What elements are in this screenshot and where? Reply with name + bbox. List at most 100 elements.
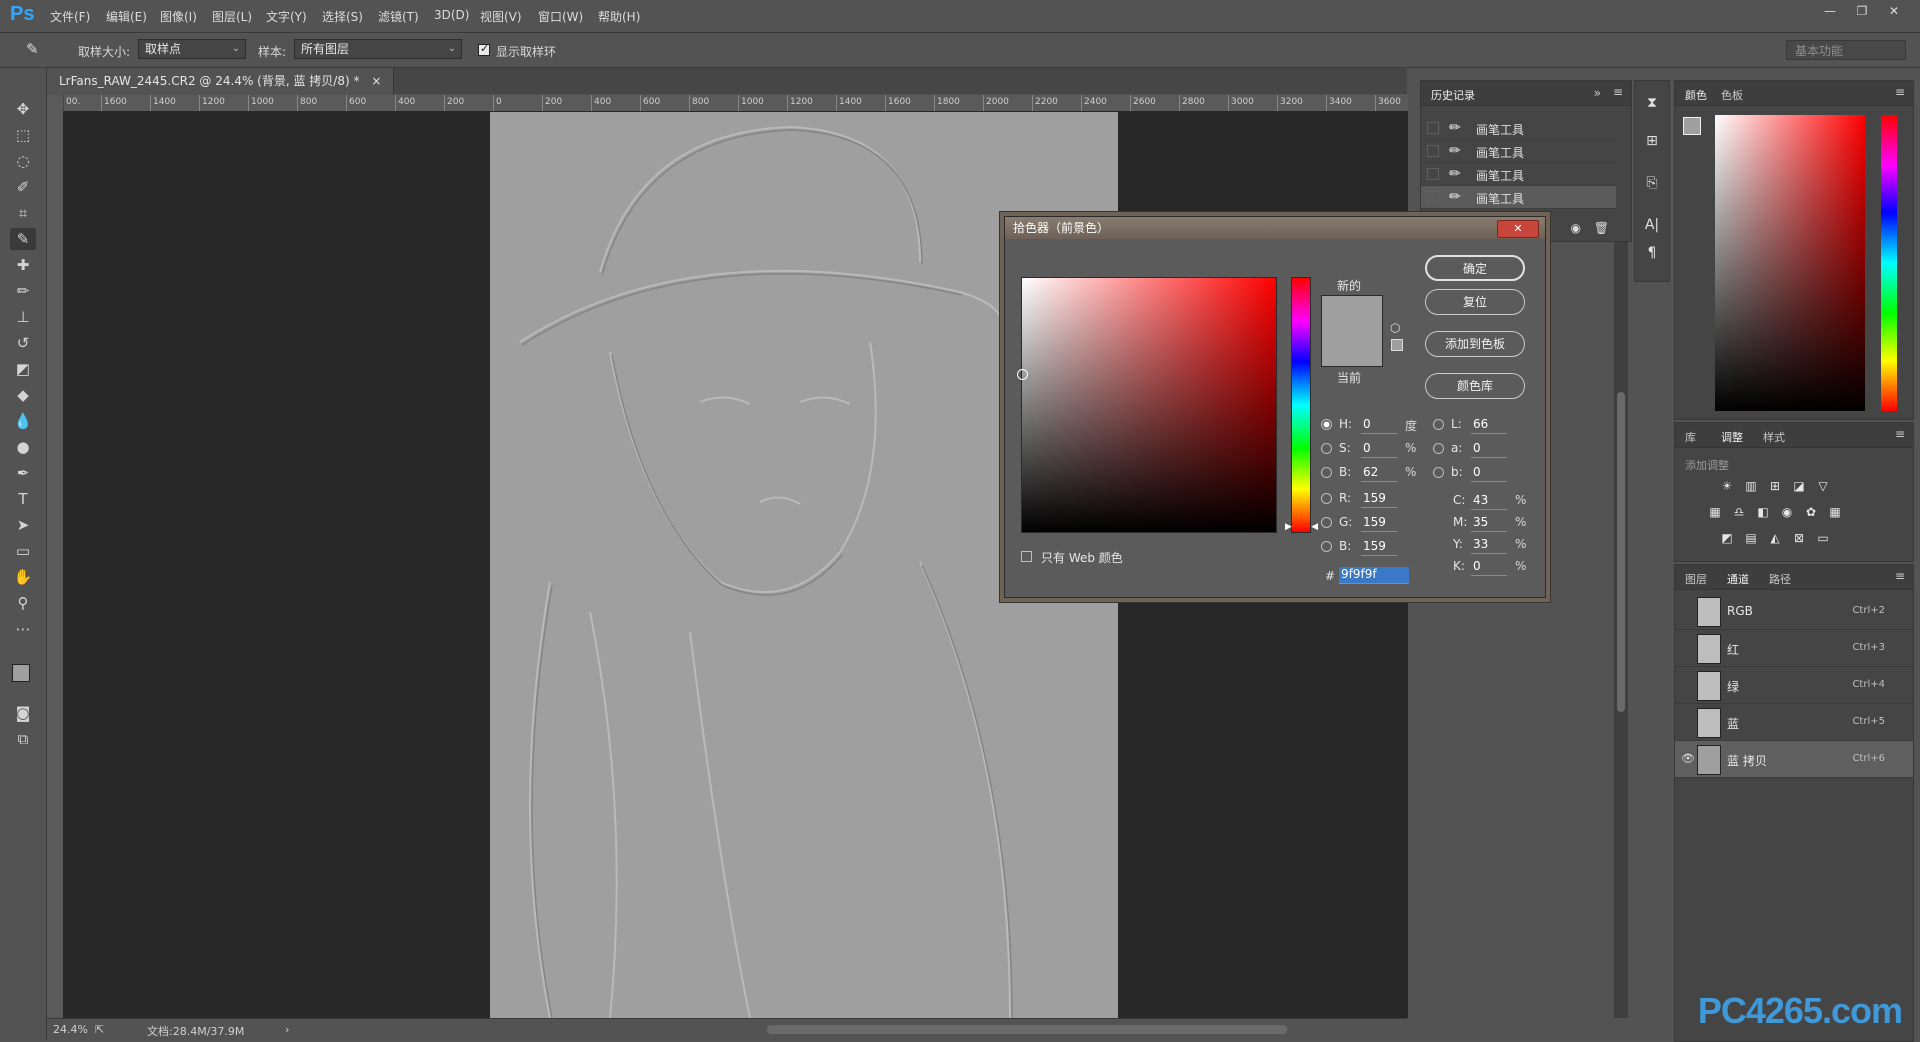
panel-menu-icon[interactable]: ≡ (1613, 85, 1623, 99)
tab-adjustments[interactable]: 调整 (1721, 429, 1743, 445)
color-balance-icon[interactable]: ♎ (1731, 505, 1747, 519)
channel-row-red[interactable]: 红 Ctrl+3 (1675, 630, 1913, 667)
collapse-icon[interactable]: » (1594, 86, 1601, 100)
menu-edit[interactable]: 编辑(E) (106, 8, 147, 25)
r-input[interactable]: 159 (1361, 491, 1397, 508)
history-icon[interactable]: ⧗ (1642, 93, 1662, 113)
minimize-button[interactable]: — (1814, 0, 1846, 22)
g-radio[interactable] (1321, 517, 1332, 528)
tab-libraries[interactable]: 库 (1685, 429, 1696, 445)
color-panel-foreground-swatch[interactable] (1683, 117, 1701, 135)
channel-row-rgb[interactable]: RGB Ctrl+2 (1675, 593, 1913, 630)
ok-button[interactable]: 确定 (1425, 255, 1525, 281)
paint-bucket-tool-icon[interactable]: ◆ (10, 384, 36, 406)
posterize-icon[interactable]: ▤ (1743, 531, 1759, 545)
close-dialog-button[interactable]: ✕ (1497, 220, 1539, 238)
eyedropper-tool-preset-icon[interactable]: ✎ (26, 40, 39, 58)
crop-tool-icon[interactable]: ⌗ (10, 202, 36, 224)
h-radio[interactable] (1321, 419, 1332, 430)
levels-icon[interactable]: ▥ (1743, 479, 1759, 493)
tab-channels[interactable]: 通道 (1727, 571, 1749, 587)
color-picker-title-bar[interactable]: 拾色器（前景色） ✕ (1005, 217, 1545, 239)
history-item[interactable]: ✏ 画笔工具 (1421, 186, 1616, 209)
cube-warning-icon[interactable]: ⬡ (1390, 321, 1400, 335)
history-item[interactable]: ✏ 画笔工具 (1421, 163, 1616, 186)
menu-image[interactable]: 图像(I) (160, 8, 197, 25)
foreground-color-swatch[interactable] (12, 664, 30, 682)
s-input[interactable]: 0 (1361, 441, 1397, 458)
history-snapshot-checkbox[interactable] (1427, 168, 1439, 180)
photo-filter-icon[interactable]: ◉ (1779, 505, 1795, 519)
current-color-swatch[interactable] (1322, 331, 1382, 366)
panel-menu-icon[interactable]: ≡ (1895, 85, 1905, 99)
horizontal-scroll-thumb[interactable] (767, 1025, 1287, 1034)
sample-size-select[interactable]: 取样点 ⌄ (138, 39, 246, 59)
eyedropper-tool-icon[interactable]: ✎ (10, 228, 36, 250)
export-icon[interactable]: ⇱ (95, 1023, 104, 1036)
a-input[interactable]: 0 (1471, 441, 1507, 458)
history-item[interactable]: ✏ 画笔工具 (1421, 140, 1616, 163)
zoom-level[interactable]: 24.4% (53, 1023, 88, 1036)
color-lookup-icon[interactable]: ▦ (1827, 505, 1843, 519)
close-tab-icon[interactable]: × (371, 74, 381, 88)
menu-view[interactable]: 视图(V) (480, 8, 522, 25)
pen-tool-icon[interactable]: ✒ (10, 462, 36, 484)
brightness-icon[interactable]: ☀ (1719, 479, 1735, 493)
type-tool-icon[interactable]: T (10, 488, 36, 510)
close-window-button[interactable]: ✕ (1878, 0, 1910, 22)
rectangle-tool-icon[interactable]: ▭ (10, 540, 36, 562)
path-select-tool-icon[interactable]: ➤ (10, 514, 36, 536)
stamp-tool-icon[interactable]: ⊥ (10, 306, 36, 328)
show-ring-checkbox[interactable] (478, 42, 490, 56)
b-radio[interactable] (1321, 467, 1332, 478)
sample-select[interactable]: 所有图层 ⌄ (294, 39, 462, 59)
trash-icon[interactable]: 🗑 (1594, 221, 1609, 235)
hue-saturation-icon[interactable]: ▦ (1707, 505, 1723, 519)
character-icon[interactable]: A| (1642, 215, 1662, 235)
history-snapshot-checkbox[interactable] (1427, 122, 1439, 134)
visibility-eye-icon[interactable]: 👁 (1681, 752, 1695, 765)
gradient-map-icon[interactable]: ▭ (1815, 531, 1831, 545)
color-panel-field[interactable] (1715, 115, 1865, 411)
properties-icon[interactable]: ⊞ (1642, 131, 1662, 151)
color-field-marker[interactable] (1017, 369, 1028, 380)
history-brush-tool-icon[interactable]: ↺ (10, 332, 36, 354)
vertical-scrollbar[interactable] (1614, 112, 1628, 1018)
paragraph-icon[interactable]: ¶ (1642, 243, 1662, 263)
menu-layer[interactable]: 图层(L) (212, 8, 252, 25)
tab-color[interactable]: 颜色 (1685, 87, 1707, 103)
hand-tool-icon[interactable]: ✋ (10, 566, 36, 588)
tab-styles[interactable]: 样式 (1763, 429, 1785, 445)
history-item[interactable]: ✏ 画笔工具 (1421, 117, 1616, 140)
h-input[interactable]: 0 (1361, 417, 1397, 434)
blue-radio[interactable] (1321, 541, 1332, 552)
blue-input[interactable]: 159 (1361, 539, 1397, 556)
s-radio[interactable] (1321, 443, 1332, 454)
tab-history[interactable]: 历史记录 (1431, 87, 1475, 103)
history-snapshot-checkbox[interactable] (1427, 191, 1439, 203)
brush-tool-icon[interactable]: ✏ (10, 280, 36, 302)
l-radio[interactable] (1433, 419, 1444, 430)
history-snapshot-checkbox[interactable] (1427, 145, 1439, 157)
vertical-scroll-thumb[interactable] (1617, 392, 1625, 712)
menu-file[interactable]: 文件(F) (50, 8, 90, 25)
tab-layers[interactable]: 图层 (1685, 571, 1707, 587)
tab-paths[interactable]: 路径 (1769, 571, 1791, 587)
lab-b-input[interactable]: 0 (1471, 465, 1507, 482)
g-input[interactable]: 159 (1361, 515, 1397, 532)
quick-select-tool-icon[interactable]: ✐ (10, 176, 36, 198)
camera-icon[interactable]: ◉ (1571, 221, 1581, 235)
m-input[interactable]: 35 (1471, 515, 1507, 532)
menu-type[interactable]: 文字(Y) (266, 8, 307, 25)
y-input[interactable]: 33 (1471, 537, 1507, 554)
screen-mode-icon[interactable]: ⧉ (10, 728, 36, 750)
r-radio[interactable] (1321, 493, 1332, 504)
l-input[interactable]: 66 (1471, 417, 1507, 434)
tab-swatches[interactable]: 色板 (1721, 87, 1743, 103)
channel-mixer-icon[interactable]: ✿ (1803, 505, 1819, 519)
curves-icon[interactable]: ⊞ (1767, 479, 1783, 493)
menu-select[interactable]: 选择(S) (322, 8, 363, 25)
color-panel-hue-slider[interactable] (1881, 115, 1897, 411)
chevron-right-icon[interactable]: › (285, 1023, 289, 1036)
invert-icon[interactable]: ◩ (1719, 531, 1735, 545)
